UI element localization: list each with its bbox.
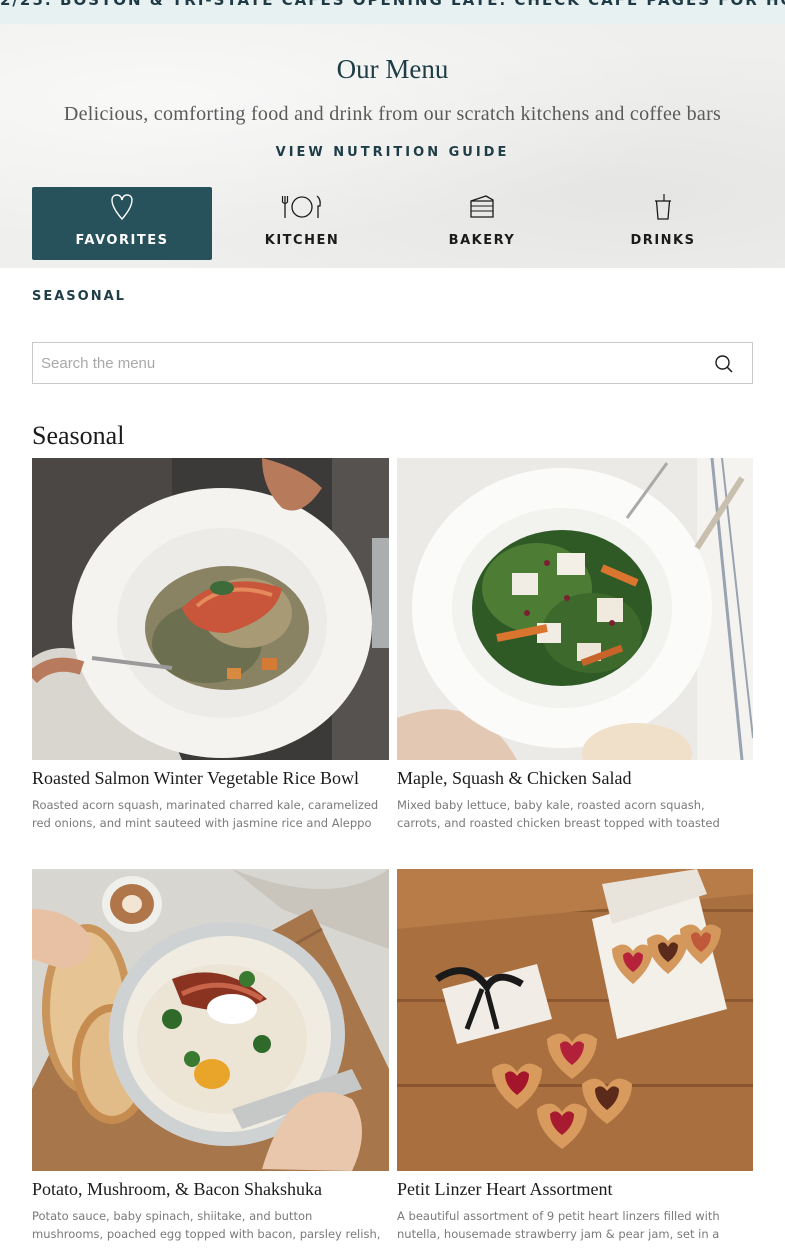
page-title: Our Menu: [336, 54, 449, 84]
cake-slice-icon: [392, 193, 572, 221]
announcement-text: 2/25: BOSTON & TRI-STATE CAFES OPENING L…: [0, 0, 785, 9]
linzer-hearts-photo: [397, 869, 753, 1171]
menu-item-title: Maple, Squash & Chicken Salad: [397, 768, 632, 788]
tab-label: KITCHEN: [264, 233, 340, 248]
salmon-rice-bowl-photo: [32, 458, 389, 760]
menu-item-description: Potato sauce, baby spinach, shiitake, an…: [32, 1209, 381, 1241]
menu-item-title: Petit Linzer Heart Assortment: [397, 1179, 613, 1199]
tab-label: FAVORITES: [75, 233, 169, 248]
heart-icon: [32, 193, 212, 221]
tab-label: DRINKS: [630, 233, 696, 248]
menu-hero: Our Menu Delicious, comforting food and …: [0, 24, 785, 268]
menu-item-description: A beautiful assortment of 9 petit heart …: [397, 1209, 720, 1241]
search-input[interactable]: [41, 343, 681, 383]
plate-cutlery-icon: [212, 193, 392, 221]
menu-item-title: Potato, Mushroom, & Bacon Shakshuka: [32, 1179, 322, 1199]
menu-item-title: Roasted Salmon Winter Vegetable Rice Bow…: [32, 768, 360, 788]
tab-kitchen[interactable]: KITCHEN: [212, 187, 392, 260]
menu-tabs: FAVORITES KITCHEN BAKERY DRINKS: [32, 187, 753, 260]
page-subtitle: Delicious, comforting food and drink fro…: [63, 103, 722, 125]
category-heading: Seasonal: [32, 421, 125, 450]
nutrition-guide-link[interactable]: VIEW NUTRITION GUIDE: [0, 145, 785, 160]
menu-item-description: Mixed baby lettuce, baby kale, roasted a…: [397, 798, 720, 830]
section-link-seasonal[interactable]: SEASONAL: [32, 289, 126, 304]
tab-favorites[interactable]: FAVORITES: [32, 187, 212, 260]
tab-bakery[interactable]: BAKERY: [392, 187, 572, 260]
search-icon[interactable]: [714, 354, 734, 374]
announcement-banner: 2/25: BOSTON & TRI-STATE CAFES OPENING L…: [0, 0, 785, 24]
chicken-salad-photo: [397, 458, 753, 760]
tab-drinks[interactable]: DRINKS: [573, 187, 753, 260]
menu-search: [32, 342, 753, 384]
shakshuka-photo: [32, 869, 389, 1171]
cup-icon: [573, 193, 753, 221]
tab-label: BAKERY: [448, 233, 516, 248]
menu-item-description: Roasted acorn squash, marinated charred …: [32, 798, 379, 830]
